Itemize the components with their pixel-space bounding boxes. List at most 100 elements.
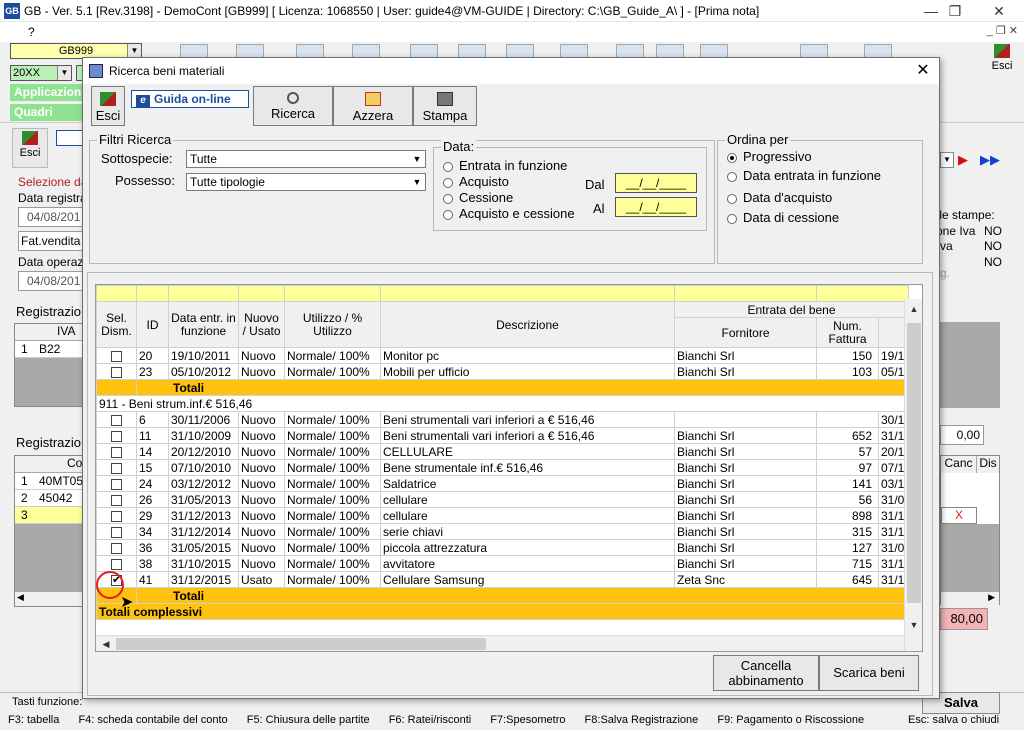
table-row[interactable]: 11 31/10/2009 Nuovo Normale/ 100% Beni strum…	[96, 427, 909, 444]
scroll-thumb[interactable]	[907, 323, 921, 603]
col-descrizione[interactable]: Descrizione	[380, 301, 675, 348]
chevron-down-icon[interactable]: ▼	[940, 152, 954, 168]
chevron-down-icon[interactable]: ▼	[57, 66, 71, 80]
data-operazione-field[interactable]: 04/08/201	[18, 271, 84, 291]
sel-checkbox-cell[interactable]	[96, 539, 137, 556]
sel-checkbox-cell[interactable]	[96, 491, 137, 508]
data-registrazione-field[interactable]: 04/08/201	[18, 207, 84, 227]
table-row[interactable]: 36 31/05/2015 Nuovo Normale/ 100% piccola at…	[96, 539, 909, 556]
sel-checkbox-cell[interactable]	[96, 347, 137, 364]
filter-cell[interactable]	[96, 285, 137, 302]
sel-checkbox-cell[interactable]	[96, 555, 137, 572]
bg-esci-button[interactable]: Esci	[12, 128, 48, 168]
sel-checkbox-cell[interactable]	[96, 507, 137, 524]
next-icon[interactable]: ▶	[958, 152, 968, 168]
table-row[interactable]: 34 31/12/2014 Nuovo Normale/ 100% serie chia…	[96, 523, 909, 540]
cancella-abbinamento-button[interactable]: Cancella abbinamento	[713, 655, 819, 691]
last-icon[interactable]: ▶▶	[980, 152, 1000, 168]
col-sel-dism[interactable]: Sel. Dism.	[96, 301, 137, 348]
table-row[interactable]: 29 31/12/2013 Nuovo Normale/ 100% cellulare B…	[96, 507, 909, 524]
sel-checkbox-cell[interactable]	[96, 459, 137, 476]
scroll-thumb[interactable]	[116, 638, 486, 650]
radio-progressivo[interactable]: Progressivo	[727, 149, 812, 164]
col-num-fattura[interactable]: Num. Fattura	[816, 317, 879, 348]
sel-checkbox-cell[interactable]	[96, 475, 137, 492]
amount-field[interactable]: 0,00	[940, 425, 984, 445]
sel-checkbox-cell[interactable]	[96, 523, 137, 540]
checkbox[interactable]	[111, 430, 122, 442]
filter-cell[interactable]	[136, 285, 169, 302]
azzera-button[interactable]: Azzera	[333, 86, 413, 126]
filter-cell[interactable]	[238, 285, 285, 302]
scroll-up-icon[interactable]: ▲	[906, 301, 922, 317]
scarica-beni-button[interactable]: Scarica beni	[819, 655, 919, 691]
horizontal-scrollbar[interactable]: ◀	[96, 635, 904, 651]
stampa-button[interactable]: Stampa	[413, 86, 477, 126]
nav-applicazioni[interactable]: Applicazion	[10, 84, 90, 101]
radio-entrata-funzione[interactable]: Entrata in funzione	[443, 158, 567, 173]
checkbox[interactable]	[111, 462, 122, 474]
delete-row-button[interactable]: X	[941, 507, 977, 524]
radio-data-acquisto[interactable]: Data d'acquisto	[727, 190, 832, 205]
filter-cell[interactable]	[168, 285, 239, 302]
table-row[interactable]: 4131/12/2015UsatoNormale/ 100%Cellulare …	[96, 571, 909, 588]
table-row[interactable]: 26 31/05/2013 Nuovo Normale/ 100% cellulare B…	[96, 491, 909, 508]
hscroll-left[interactable]: ◀	[15, 592, 85, 606]
esci-button[interactable]: Esci	[91, 86, 125, 126]
checkbox[interactable]	[111, 366, 122, 378]
checkbox[interactable]	[111, 446, 122, 458]
main-esci-button[interactable]: Esci	[984, 42, 1020, 82]
col-data-entrata[interactable]: Data entr. in funzione	[168, 301, 239, 348]
chevron-down-icon[interactable]: ▼	[409, 151, 425, 167]
table-row[interactable]: 14 20/12/2010 Nuovo Normale/ 100% CELLULARE B…	[96, 443, 909, 460]
col-id[interactable]: ID	[136, 301, 169, 348]
checkbox[interactable]	[111, 542, 122, 554]
radio-data-cessione[interactable]: Data di cessione	[727, 210, 839, 225]
table-row[interactable]: 20 19/10/2011 Nuovo Normale/ 100% Monito…	[96, 347, 909, 364]
sel-checkbox-cell[interactable]	[96, 427, 137, 444]
sottospecie-select[interactable]: Tutte ▼	[186, 150, 426, 168]
checkbox[interactable]	[111, 414, 122, 426]
guida-online-button[interactable]: e Guida on-line	[131, 90, 249, 108]
mdi-controls[interactable]: _ ❐ ✕	[960, 24, 1018, 40]
hscroll-right[interactable]: ▶	[941, 592, 999, 606]
scroll-left-icon[interactable]: ◀	[98, 636, 114, 651]
year-select[interactable]: 20XX ▼	[10, 65, 72, 81]
radio-acquisto[interactable]: Acquisto	[443, 174, 509, 189]
col-fornitore[interactable]: Fornitore	[674, 317, 817, 348]
checkbox[interactable]	[111, 558, 122, 570]
al-date-field[interactable]: __/__/____	[615, 197, 697, 217]
chevron-down-icon[interactable]: ▼	[127, 44, 141, 58]
dis-cell[interactable]	[977, 507, 999, 524]
checkbox[interactable]	[111, 350, 122, 362]
filter-cell[interactable]	[284, 285, 381, 302]
filter-cell[interactable]	[674, 285, 817, 302]
sel-checkbox-cell[interactable]	[96, 363, 137, 380]
checkbox[interactable]	[111, 478, 122, 490]
scroll-down-icon[interactable]: ▼	[906, 617, 922, 633]
sel-checkbox-cell[interactable]	[96, 411, 137, 428]
table-row[interactable]: 23 05/10/2012 Nuovo Normale/ 100% Mobili…	[96, 363, 909, 380]
filter-cell[interactable]	[380, 285, 675, 302]
nav-quadri[interactable]: Quadri	[10, 104, 90, 121]
table-row[interactable]: 3	[15, 507, 85, 524]
table-row[interactable]: 38 31/10/2015 Nuovo Normale/ 100% avvitatore…	[96, 555, 909, 572]
table-row[interactable]: 6 30/11/2006 Nuovo Normale/ 100% Beni strume…	[96, 411, 909, 428]
chevron-down-icon[interactable]: ▼	[409, 174, 425, 190]
dialog-close-button[interactable]: ✕	[909, 60, 937, 82]
bg-guida-button[interactable]	[56, 130, 84, 146]
table-row[interactable]: 1 40MT05	[15, 473, 85, 490]
table-row[interactable]: 15 07/10/2010 Nuovo Normale/ 100% Bene strum…	[96, 459, 909, 476]
radio-cessione[interactable]: Cessione	[443, 190, 513, 205]
col-utilizzo[interactable]: Utilizzo / % Utilizzo	[284, 301, 381, 348]
radio-acquisto-cessione[interactable]: Acquisto e cessione	[443, 206, 575, 221]
close-window-button[interactable]: ✕	[976, 0, 1022, 22]
vertical-scrollbar[interactable]: ▲ ▼	[904, 299, 922, 651]
radio-data-entrata[interactable]: Data entrata in funzione	[727, 168, 881, 183]
ricerca-button[interactable]: Ricerca	[253, 86, 333, 126]
restore-button[interactable]: ❐	[932, 0, 978, 22]
checkbox[interactable]	[111, 526, 122, 538]
table-row[interactable]: 24 03/12/2012 Nuovo Normale/ 100% Saldatrice…	[96, 475, 909, 492]
sel-checkbox-cell[interactable]	[96, 443, 137, 460]
checkbox[interactable]	[111, 494, 122, 506]
